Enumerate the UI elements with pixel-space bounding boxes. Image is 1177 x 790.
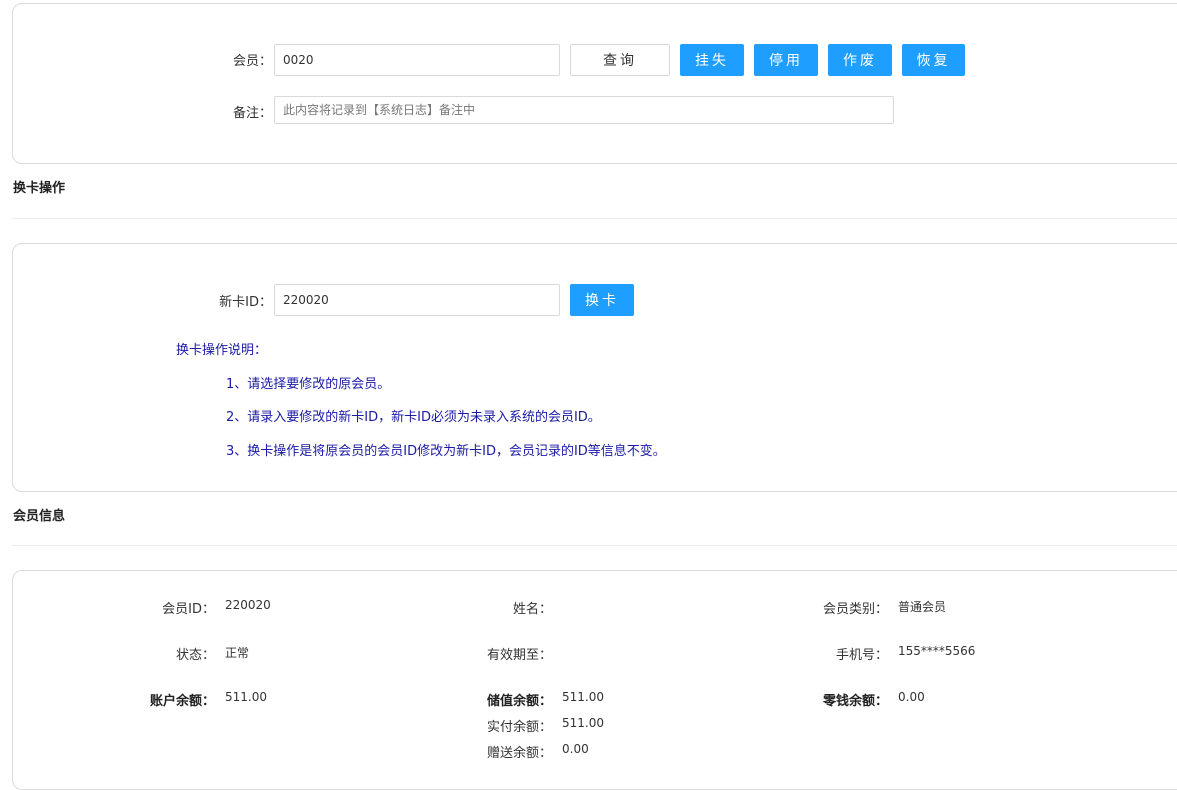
change-balance-label: 零钱余额：: [822, 694, 888, 709]
member-id-label: 会员ID：: [162, 602, 215, 617]
paid-balance-value: 511.00: [562, 716, 604, 730]
void-button[interactable]: 作废: [828, 44, 892, 76]
section-divider: [12, 545, 1177, 546]
phone-label: 手机号：: [835, 648, 888, 663]
stored-balance-value: 511.00: [562, 690, 604, 704]
change-card-button[interactable]: 换卡: [570, 284, 634, 316]
instruction-item: 1、请选择要修改的原会员。: [226, 377, 391, 392]
name-label: 姓名：: [512, 602, 552, 617]
member-type-label: 会员类别：: [822, 602, 888, 617]
phone-value: 155****5566: [898, 644, 976, 658]
restore-button[interactable]: 恢复: [902, 44, 965, 76]
card-change-section-title: 换卡操作: [13, 181, 66, 196]
member-info-section-title: 会员信息: [13, 509, 66, 524]
gift-balance-value: 0.00: [562, 742, 589, 756]
section-divider: [12, 218, 1177, 219]
instruction-item: 3、换卡操作是将原会员的会员ID修改为新卡ID，会员记录的ID等信息不变。: [226, 444, 666, 459]
account-balance-value: 511.00: [225, 690, 267, 704]
member-search-panel: [12, 3, 1177, 164]
status-value: 正常: [225, 646, 250, 660]
new-card-id-label: 新卡ID：: [219, 295, 272, 310]
instructions-title: 换卡操作说明：: [176, 343, 268, 358]
instruction-item: 2、请录入要修改的新卡ID，新卡ID必须为未录入系统的会员ID。: [226, 410, 601, 425]
paid-balance-label: 实付余额：: [486, 720, 552, 735]
disable-button[interactable]: 停用: [754, 44, 818, 76]
status-label: 状态：: [175, 648, 215, 663]
stored-balance-label: 储值余额：: [486, 694, 552, 709]
new-card-id-input[interactable]: [274, 284, 560, 316]
expiry-label: 有效期至：: [486, 648, 552, 663]
member-id-value: 220020: [225, 598, 271, 612]
query-button[interactable]: 查询: [570, 44, 670, 76]
member-input[interactable]: [274, 44, 560, 76]
member-label: 会员：: [232, 54, 272, 69]
gift-balance-label: 赠送余额：: [486, 746, 552, 761]
remark-label: 备注：: [232, 106, 272, 121]
account-balance-label: 账户余额：: [149, 694, 215, 709]
remark-input[interactable]: [274, 96, 894, 124]
member-type-value: 普通会员: [898, 600, 947, 614]
report-loss-button[interactable]: 挂失: [680, 44, 744, 76]
change-balance-value: 0.00: [898, 690, 925, 704]
